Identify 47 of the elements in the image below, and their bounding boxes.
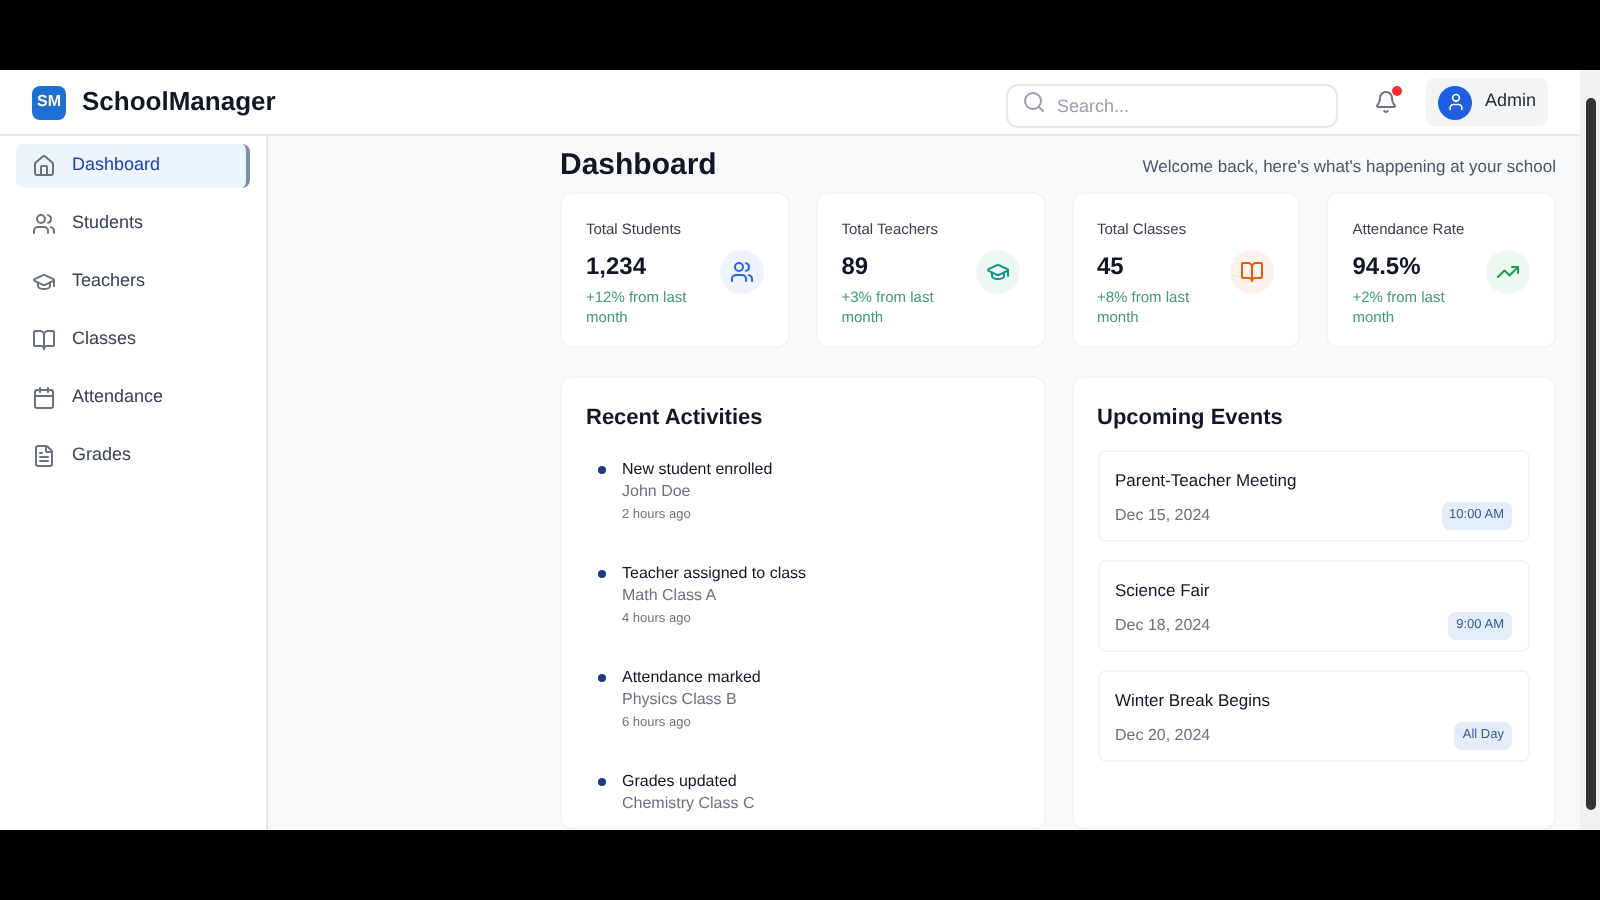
page-subtitle: Welcome back, here's what's happening at your school: [1142, 154, 1556, 180]
event-title: Parent-Teacher Meeting: [1115, 467, 1299, 493]
sidebar-item[interactable]: Teachers: [16, 260, 250, 304]
event-date: Dec 20, 2024: [1115, 724, 1211, 749]
stat-value: 89: [841, 250, 871, 285]
activity-title: Grades updated: [622, 771, 739, 791]
activity-title: New student enrolled: [622, 459, 773, 479]
activity-detail: John Doe: [622, 479, 693, 503]
notifications-button[interactable]: [1370, 86, 1403, 118]
event-date: Dec 18, 2024: [1115, 614, 1211, 639]
activity-detail: Physics Class B: [622, 687, 739, 711]
stat-value: 1,234: [586, 250, 649, 285]
activity-title: Teacher assigned to class: [622, 563, 807, 583]
book-icon: [32, 328, 56, 352]
stat-value: 45: [1097, 250, 1126, 285]
page-title: Dashboard: [560, 150, 717, 180]
calendar-icon: [32, 386, 56, 410]
logo: SM: [32, 85, 66, 119]
sidebar-item[interactable]: Grades: [16, 434, 250, 478]
users-icon: [32, 212, 56, 236]
trending-up-icon: [1496, 260, 1520, 284]
bell-icon: [1374, 90, 1399, 114]
book-icon: [1240, 260, 1265, 284]
avatar-icon: [1438, 85, 1473, 119]
graduation-cap-icon: [985, 260, 1009, 284]
search-field[interactable]: Search...: [1006, 84, 1339, 128]
document-icon: [32, 444, 56, 468]
activity-detail: Math Class A: [622, 583, 719, 607]
panel-title: Recent Activities: [586, 404, 765, 434]
scrollbar[interactable]: [1580, 70, 1600, 830]
panel-title: Upcoming Events: [1097, 404, 1285, 434]
event-title: Science Fair: [1115, 577, 1212, 603]
activity-title: Attendance marked: [622, 667, 761, 687]
event-title: Winter Break Begins: [1115, 687, 1272, 713]
activity-detail: Chemistry Class C: [622, 791, 755, 815]
stat-value: 94.5%: [1352, 250, 1423, 285]
sidebar-item[interactable]: Classes: [16, 318, 250, 362]
users-icon: [729, 260, 754, 284]
sidebar-item[interactable]: Attendance: [16, 376, 250, 420]
event-date: Dec 15, 2024: [1115, 504, 1211, 529]
user-menu-button[interactable]: Admin: [1426, 78, 1548, 126]
sidebar-item[interactable]: Dashboard: [16, 144, 250, 188]
graduation-cap-icon: [32, 270, 56, 294]
search-icon: [1022, 90, 1047, 114]
sidebar-item[interactable]: Students: [16, 202, 250, 246]
home-icon: [32, 154, 56, 178]
app-title: SchoolManager: [82, 84, 276, 121]
